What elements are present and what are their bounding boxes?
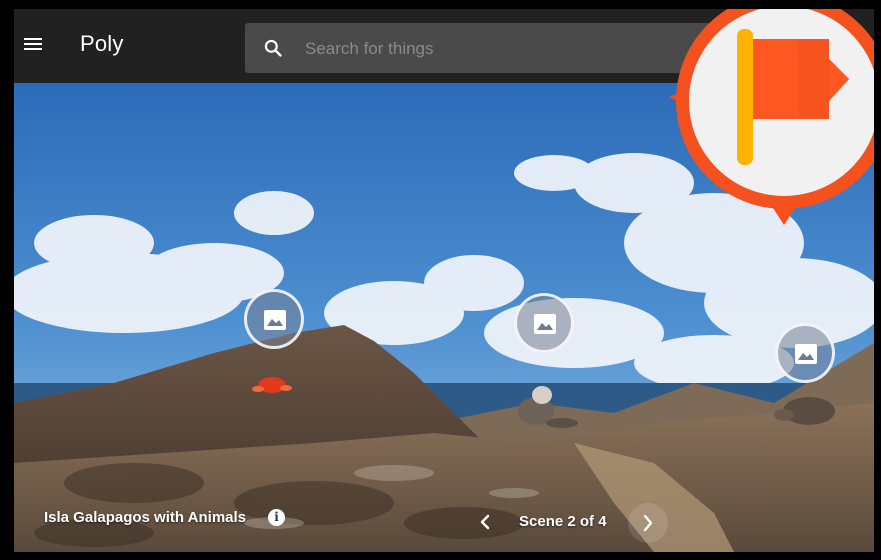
panorama-view[interactable] [14, 83, 874, 552]
panorama-image [14, 83, 874, 552]
app-title: Poly [80, 31, 124, 56]
chevron-right-icon [643, 514, 653, 532]
image-hotspot-center[interactable] [514, 293, 574, 353]
search-bar[interactable] [245, 23, 725, 73]
top-app-bar: Poly [14, 9, 874, 83]
info-icon[interactable]: i [268, 509, 285, 526]
image-hotspot-right[interactable] [775, 323, 835, 383]
scene-title: Isla Galapagos with Animals [44, 509, 247, 526]
menu-icon[interactable] [24, 36, 42, 52]
search-icon[interactable] [263, 38, 283, 58]
image-hotspot-left[interactable] [244, 289, 304, 349]
window-frame: Poly Search for things Isla Galapagos wi… [0, 0, 881, 560]
search-input[interactable] [303, 34, 707, 64]
poly-app: Poly Search for things Isla Galapagos wi… [14, 9, 874, 552]
next-scene-button[interactable] [628, 503, 668, 543]
chevron-left-icon[interactable] [472, 509, 498, 535]
image-icon [534, 314, 556, 334]
info-glyph: i [274, 510, 279, 524]
image-icon [264, 310, 286, 330]
scene-counter: Scene 2 of 4 [519, 513, 607, 530]
image-icon [795, 344, 817, 364]
